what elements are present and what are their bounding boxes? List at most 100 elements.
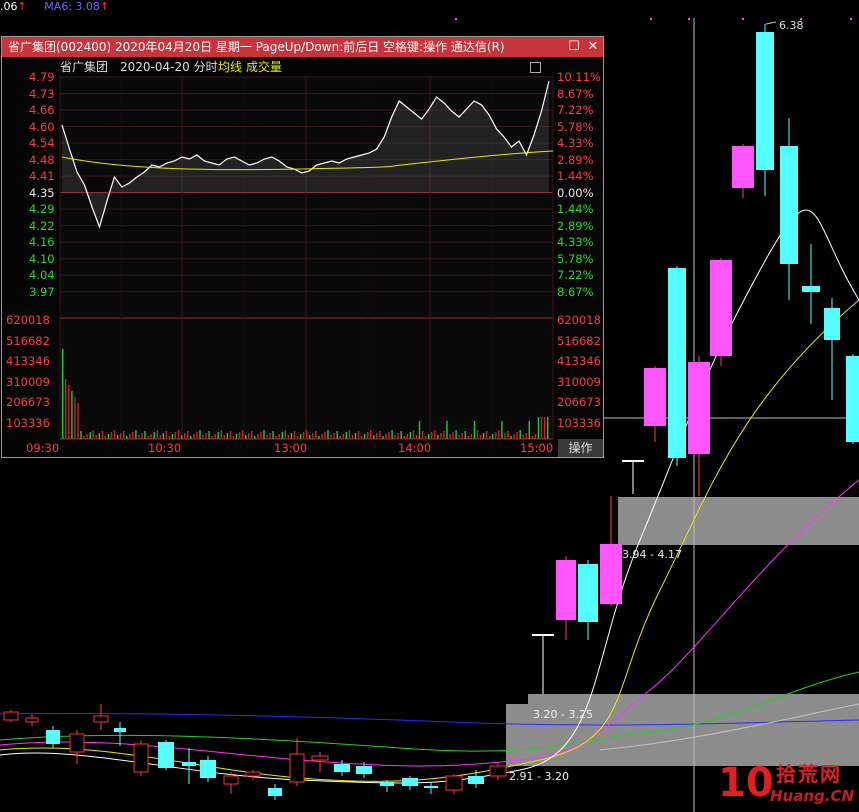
volume-bar: [86, 434, 88, 439]
percent-tick-label: 5.78%: [557, 119, 594, 134]
volume-bar: [184, 433, 186, 439]
volume-bar: [348, 430, 351, 439]
volume-bar: [113, 430, 116, 439]
volume-bar: [165, 431, 168, 439]
volume-bar: [455, 430, 457, 439]
volume-bar: [324, 432, 326, 439]
volume-bar: [547, 417, 549, 439]
volume-tick-label-right: 413346: [557, 354, 601, 368]
candle-body: [622, 460, 644, 462]
percent-tick-label: 1.44%: [557, 202, 594, 217]
volume-bar: [263, 430, 265, 439]
candle-body: [380, 782, 394, 786]
volume-bar: [388, 432, 390, 439]
peak-marker: [765, 21, 777, 25]
candle-body: [556, 560, 576, 620]
volume-bar: [412, 430, 415, 439]
volume-bar: [119, 433, 122, 439]
volume-bar: [540, 417, 543, 439]
volume-bar: [107, 434, 110, 439]
volume-bar: [248, 433, 250, 439]
volume-bar: [214, 434, 216, 439]
volume-bar: [516, 432, 518, 439]
candle-body: [802, 286, 820, 292]
volume-bar: [336, 431, 338, 439]
percent-tick-label: 0.00%: [557, 185, 594, 200]
volume-bar: [205, 433, 207, 439]
price-tick-label: 4.10: [29, 251, 55, 266]
volume-bar: [153, 432, 155, 439]
candle-body: [200, 760, 216, 778]
price-tick-label: 4.04: [29, 268, 55, 283]
volume-bar: [382, 436, 384, 439]
time-tick-label: 15:00: [520, 441, 554, 455]
candle-body: [600, 544, 622, 604]
candle-body: [824, 308, 840, 340]
volume-bar: [443, 431, 445, 439]
volume-bar: [437, 435, 439, 439]
candle-body: [158, 742, 174, 768]
volume-bar: [333, 433, 335, 439]
percent-tick-label: 7.22%: [557, 103, 594, 118]
volume-bar: [98, 433, 100, 439]
volume-bar: [208, 431, 210, 439]
top-marker-dot: [688, 18, 690, 20]
intraday-popup-window[interactable]: 省广集团(002400) 2020年04月20日 星期一 PageUp/Down…: [1, 36, 604, 458]
volume-bar: [513, 434, 515, 439]
top-marker-dot: [850, 18, 852, 20]
price-tick-label: 4.54: [29, 136, 55, 151]
volume-bar: [391, 430, 393, 439]
percent-tick-label: 7.22%: [557, 268, 594, 283]
price-tick-label: 4.29: [29, 202, 55, 217]
volume-bar: [193, 434, 195, 439]
volume-bar: [354, 433, 357, 439]
price-tick-label: 4.73: [29, 86, 55, 101]
volume-bar: [431, 432, 433, 439]
volume-tick-label-left: 206673: [6, 395, 50, 409]
candle-body: [46, 730, 60, 744]
volume-bar: [156, 430, 158, 439]
volume-bar: [65, 379, 67, 439]
volume-bar: [187, 431, 189, 439]
volume-bar: [177, 430, 180, 439]
volume-bar: [299, 434, 302, 439]
volume-bar: [74, 397, 76, 439]
time-tick-label: 13:00: [274, 441, 308, 455]
volume-bar: [507, 431, 509, 439]
zone-label-mid: 3.20 - 3.25: [533, 708, 593, 721]
price-tick-label: 4.60: [29, 119, 55, 134]
volume-bar: [190, 436, 192, 439]
volume-bar: [260, 432, 262, 439]
volume-bar: [330, 435, 332, 439]
intraday-chart[interactable]: [2, 37, 603, 457]
volume-bar: [351, 435, 354, 439]
volume-bar: [290, 433, 293, 439]
percent-tick-label: 4.33%: [557, 136, 594, 151]
volume-bar: [403, 436, 405, 439]
up-arrow-icon: ↑: [17, 0, 27, 13]
price-tick-label: 4.79: [29, 70, 55, 84]
candle-body: [114, 728, 126, 732]
candle-body: [245, 771, 261, 777]
candle-body: [710, 260, 732, 356]
volume-bar: [129, 434, 131, 439]
price-tick-label: 4.22: [29, 218, 55, 233]
watermark-logo: 10 拾荒网 Huang.CN: [718, 760, 858, 810]
volume-tick-label-left: 310009: [6, 374, 50, 389]
price-tick-label: 4.41: [29, 169, 55, 184]
volume-bar: [461, 433, 463, 439]
candle-body: [468, 776, 484, 784]
volume-bar: [257, 434, 259, 439]
watermark-en: Huang.CN: [770, 787, 855, 805]
volume-bar: [394, 435, 396, 439]
volume-bar: [229, 431, 232, 439]
volume-bar: [476, 430, 479, 439]
ma-legend: .06↑ MA6: 3.08↑: [0, 0, 109, 14]
volume-bar: [138, 435, 140, 439]
percent-tick-label: 5.78%: [557, 251, 594, 266]
volume-bar: [342, 434, 344, 439]
operation-button[interactable]: 操作: [558, 439, 603, 457]
volume-bar: [180, 435, 183, 439]
candle-body: [356, 766, 372, 774]
volume-bar: [232, 436, 235, 439]
